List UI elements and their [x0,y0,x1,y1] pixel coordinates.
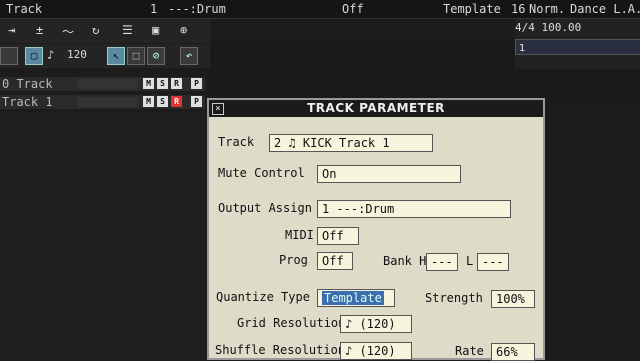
list-icon[interactable]: ☰ [122,23,133,37]
header-quantize[interactable]: Template [443,2,501,16]
link-button[interactable]: ⊘ [147,47,165,65]
track-name: 0 Track [2,77,53,91]
track-region [78,97,138,107]
header-track-number[interactable]: 1 [150,2,157,16]
mute-toggle[interactable]: M [143,96,154,107]
timeline-marker[interactable]: 1 [515,39,640,55]
mixer-icon[interactable]: ⊕ [180,23,187,37]
solo-toggle[interactable]: S [157,96,168,107]
midi-select[interactable]: Off [317,227,359,245]
meter-readout: 4/4 100.00 [515,21,582,34]
shuffle-resolution-label: Shuffle Resolution [215,343,346,357]
left-edge-button[interactable] [0,47,18,65]
header-mute-value[interactable]: Off [342,2,364,16]
header-style[interactable]: Norm. [529,2,565,16]
tempo-value[interactable]: 120 [67,48,87,61]
toolbar-second-row: ▢ ♪ 120 ↖ ⬚ ⊘ ↶ [0,44,210,68]
track-parameter-dialog: TRACK PARAMETER × Track 2 ♫ KICK Track 1… [207,98,545,361]
loop-icon[interactable]: ↻ [92,23,99,37]
play-toggle[interactable]: P [191,78,202,89]
square-button[interactable]: ▢ [25,47,43,65]
marker-label: 1 [519,43,526,54]
window-icon[interactable]: ▣ [152,23,159,37]
shuffle-resolution-select[interactable]: ♪ (120) [340,342,412,360]
close-icon[interactable]: × [212,103,224,115]
strength-field[interactable]: 100% [491,290,535,308]
bank-l-label: L [466,254,474,268]
track-name: Track 1 [2,95,53,109]
header-output[interactable]: ---:Drum [168,2,226,16]
note-icon: ♪ [47,48,55,62]
output-assign-label: Output Assign [218,201,312,215]
plus-icon[interactable]: ± [36,23,43,37]
prog-label: Prog [279,253,308,267]
quantize-type-label: Quantize Type [216,290,310,304]
record-toggle[interactable]: R [171,78,182,89]
track-region [78,79,138,89]
grid-resolution-select[interactable]: ♪ (120) [340,315,412,333]
record-toggle[interactable]: R [171,96,182,107]
track-row-1[interactable]: Track 1 M S R P [0,95,205,109]
rate-label: Rate [455,344,484,358]
track-label: Track [218,135,255,149]
track-row-0[interactable]: 0 Track M S R P [0,77,205,91]
dialog-title: TRACK PARAMETER [209,100,543,117]
header-bar: Track 1 ---:Drum Off Template 16 Norm. D… [0,0,640,19]
pointer-button[interactable]: ↖ [107,47,125,65]
solo-toggle[interactable]: S [157,78,168,89]
timeline-ruler: 4/4 100.00 1 [515,19,640,69]
prog-select[interactable]: Off [317,252,353,270]
mute-control-select[interactable]: On [317,165,461,183]
grid-resolution-label: Grid Resolution [237,316,346,330]
track-list-empty [0,112,205,360]
output-assign-select[interactable]: 1 ---:Drum [317,200,511,218]
bank-l-field[interactable]: --- [477,253,509,271]
mute-toggle[interactable]: M [143,78,154,89]
midi-label: MIDI [285,228,314,242]
bank-h-field[interactable]: --- [426,253,458,271]
play-toggle[interactable]: P [191,96,202,107]
rate-field[interactable]: 66% [491,343,535,361]
toolbar: ⇥ ± 〜 ↻ ☰ ▣ ⊕ [0,19,210,43]
header-grid[interactable]: 16 [511,2,525,16]
wave-icon[interactable]: 〜 [62,23,74,40]
quantize-type-select[interactable]: Template [317,289,395,307]
quantize-type-value: Template [322,291,384,305]
header-track-label: Track [6,2,43,16]
arrow-icon[interactable]: ⇥ [8,23,15,37]
select-button[interactable]: ⬚ [127,47,145,65]
track-select[interactable]: 2 ♫ KICK Track 1 [269,134,433,152]
mute-control-label: Mute Control [218,166,305,180]
header-groove[interactable]: Dance L.A. [570,2,640,16]
bank-h-label: Bank H [383,254,427,268]
undo-button[interactable]: ↶ [180,47,198,65]
strength-label: Strength [425,291,483,305]
